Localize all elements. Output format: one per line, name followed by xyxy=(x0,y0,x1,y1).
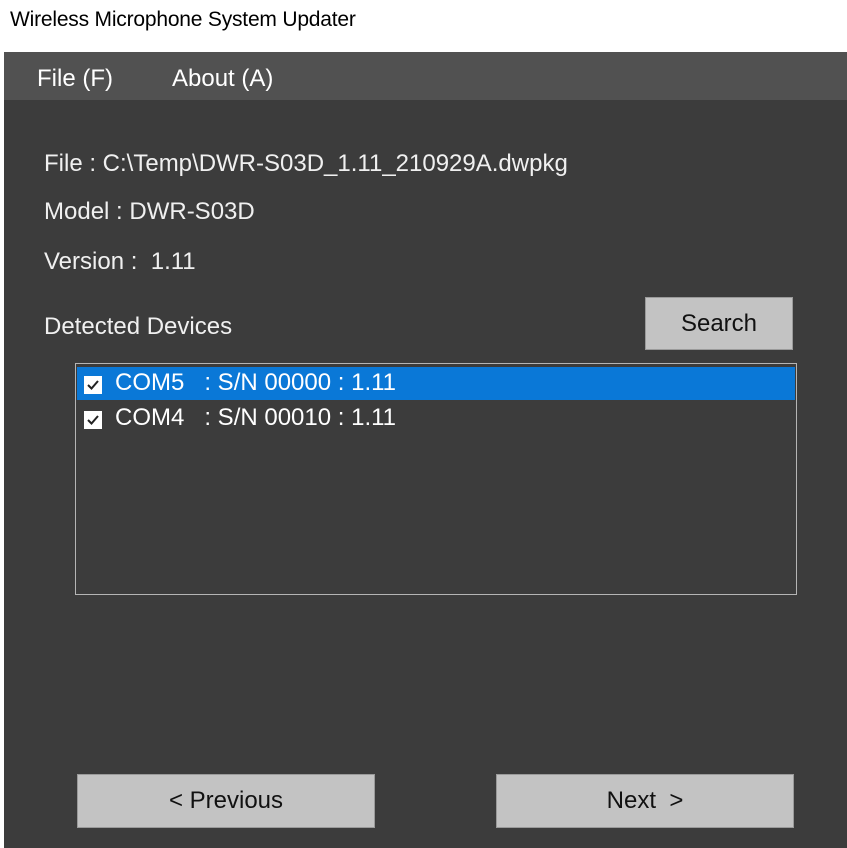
main-panel: File : C:\Temp\DWR-S03D_1.11_210929A.dwp… xyxy=(4,100,847,848)
menu-file[interactable]: File (F) xyxy=(37,65,113,93)
detected-devices-label: Detected Devices xyxy=(44,313,233,340)
device-row-com5[interactable]: COM5 : S/N 00000 : 1.11 xyxy=(77,367,795,400)
search-button[interactable]: Search xyxy=(645,297,793,350)
device-label: COM4 : S/N 00010 : 1.11 xyxy=(115,404,397,431)
menu-bar: File (F) About (A) xyxy=(4,52,847,100)
model-label: Model : DWR-S03D xyxy=(44,198,255,225)
device-row-com4[interactable]: COM4 : S/N 00010 : 1.11 xyxy=(77,402,795,435)
version-label: Version : 1.11 xyxy=(44,248,196,275)
device-label: COM5 : S/N 00000 : 1.11 xyxy=(115,369,397,396)
previous-button[interactable]: < Previous xyxy=(77,774,375,828)
device-checkbox-com4[interactable] xyxy=(84,411,102,429)
device-list[interactable]: COM5 : S/N 00000 : 1.11 COM4 : S/N 00010… xyxy=(75,363,797,595)
file-path-label: File : C:\Temp\DWR-S03D_1.11_210929A.dwp… xyxy=(44,150,568,177)
menu-about[interactable]: About (A) xyxy=(172,65,273,93)
title-bar: Wireless Microphone System Updater xyxy=(0,0,847,52)
checkmark-icon xyxy=(87,380,99,390)
window-title: Wireless Microphone System Updater xyxy=(10,8,356,31)
checkmark-icon xyxy=(87,415,99,425)
device-checkbox-com5[interactable] xyxy=(84,376,102,394)
next-button[interactable]: Next > xyxy=(496,774,794,828)
